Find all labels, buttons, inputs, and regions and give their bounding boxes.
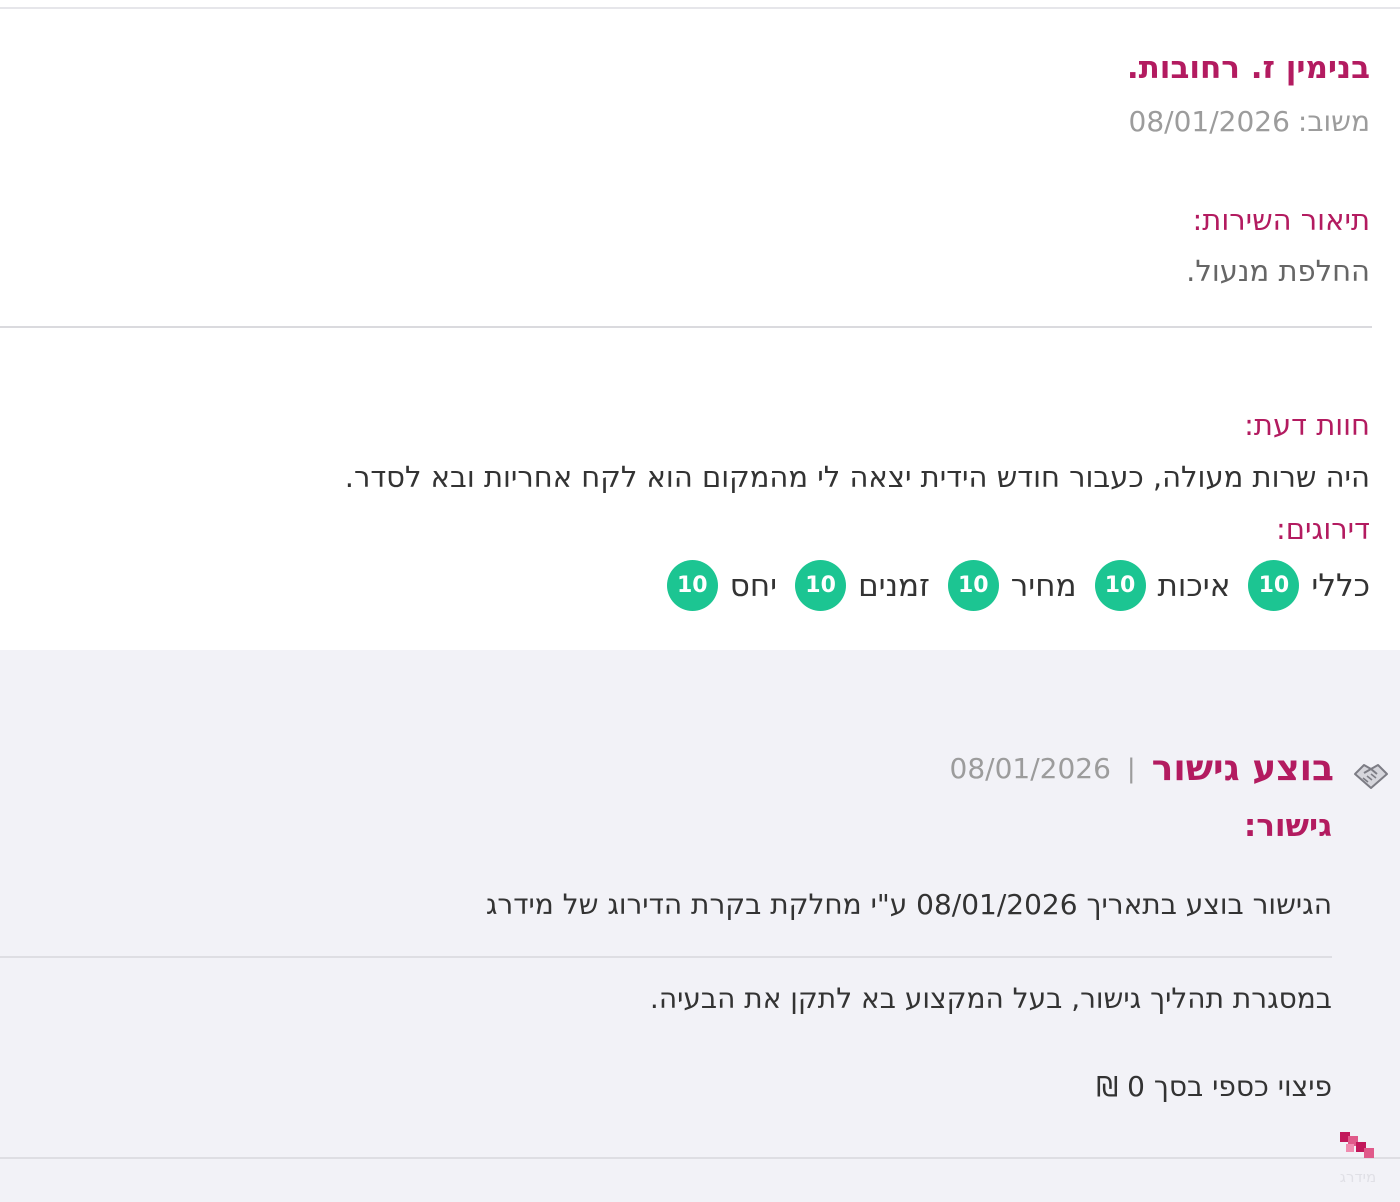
review-date: משוב:08/01/2026 xyxy=(1129,105,1371,138)
section-divider xyxy=(0,326,1372,328)
rating-label: כללי xyxy=(1311,567,1370,604)
rating-label: יחס xyxy=(729,567,778,604)
review-date-label: משוב: xyxy=(1297,105,1370,138)
opinion-text: היה שרות מעולה, כעבור חודש הידית יצאה לי… xyxy=(344,460,1370,494)
mediation-subtitle: גישור: xyxy=(1243,808,1332,844)
opinion-title: חוות דעת: xyxy=(1244,408,1370,442)
mediation-compensation: פיצוי כספי בסך 0 ₪ xyxy=(1096,1070,1332,1103)
logo-text: מידרג xyxy=(1339,1168,1377,1186)
service-description-title: תיאור השירות: xyxy=(1192,203,1371,237)
rating-label: זמנים xyxy=(858,567,930,604)
mediation-section: בוצע גישור | 08/01/2026 גישור: הגישור בו… xyxy=(0,650,1400,1202)
rating-label: איכות xyxy=(1157,567,1231,604)
rating-score-badge: 10 xyxy=(947,560,999,611)
rating-score-badge: 10 xyxy=(1248,560,1300,611)
bottom-divider xyxy=(0,1157,1400,1159)
rating-attitude: יחס 10 xyxy=(666,560,778,611)
rating-score-badge: 10 xyxy=(666,560,718,611)
rating-score-badge: 10 xyxy=(795,560,847,611)
mediation-title: בוצע גישור xyxy=(1151,748,1334,789)
rating-label: מחיר xyxy=(1010,567,1077,604)
mediation-statement: הגישור בוצע בתאריך 08/01/2026 ע"י מחלקת … xyxy=(485,888,1332,921)
mediation-divider xyxy=(0,956,1332,958)
ratings-row: כללי 10 איכות 10 מחיר 10 זמנים 10 יחס 10 xyxy=(649,560,1370,611)
rating-score-badge: 10 xyxy=(1094,560,1146,611)
header-separator: | xyxy=(1126,753,1136,784)
handshake-icon xyxy=(1354,764,1388,789)
rating-price: מחיר 10 xyxy=(947,560,1077,611)
ratings-title: דירוגים: xyxy=(1275,512,1370,546)
reviewer-name: בנימין ז. רחובות. xyxy=(1126,50,1370,86)
rating-timing: זמנים 10 xyxy=(795,560,930,611)
midrag-logo: מידרג xyxy=(1334,1130,1382,1190)
mediation-header: בוצע גישור | 08/01/2026 xyxy=(950,748,1335,789)
rating-quality: איכות 10 xyxy=(1094,560,1231,611)
service-description-text: החלפת מנעול. xyxy=(1186,254,1370,288)
logo-mark-icon xyxy=(1340,1132,1374,1158)
mediation-resolution: במסגרת תהליך גישור, בעל המקצוע בא לתקן א… xyxy=(649,982,1332,1015)
mediation-date: 08/01/2026 xyxy=(949,752,1111,785)
rating-general: כללי 10 xyxy=(1248,560,1370,611)
top-divider xyxy=(0,7,1400,9)
review-date-value: 08/01/2026 xyxy=(1128,105,1290,138)
